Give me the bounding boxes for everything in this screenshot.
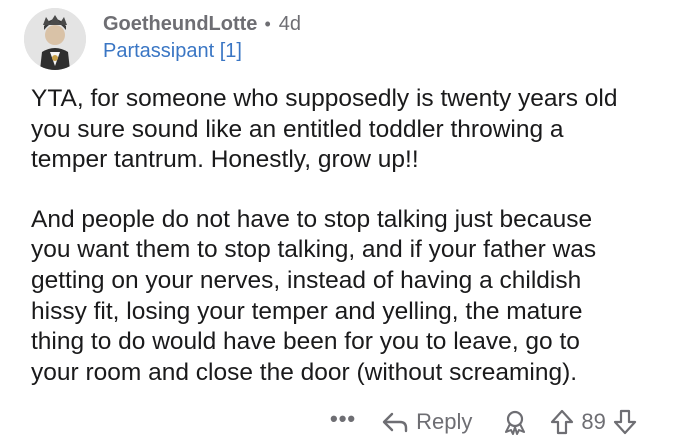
reply-button[interactable]: Reply [382,409,472,435]
comment-age: 4d [278,13,301,35]
downvote-icon[interactable] [613,409,637,435]
comment: GoetheundLotte • 4d Partassipant [1] YTA… [0,0,700,443]
comment-body: YTA, for someone who supposedly is twent… [31,84,681,388]
upvote-icon[interactable] [550,409,574,435]
reply-arrow-icon [382,412,408,433]
username[interactable]: GoetheundLotte [103,12,257,36]
avatar[interactable] [24,8,86,70]
vote-controls: 89 [550,409,636,435]
award-icon [505,410,526,435]
award-button[interactable] [502,409,528,435]
comment-paragraph: And people do not have to stop talking j… [31,205,597,386]
comment-meta: GoetheundLotte • 4d [103,12,663,36]
reply-label: Reply [416,409,473,434]
user-flair: Partassipant [1] [103,40,242,62]
comment-actions: ••• Reply 89 [330,402,637,442]
comment-paragraph: YTA, for someone who supposedly is twent… [31,85,618,174]
comment-header: GoetheundLotte • 4d Partassipant [1] [103,12,663,63]
more-options-button[interactable]: ••• [330,408,356,430]
meta-separator: • [264,14,271,34]
avatar-image [24,8,86,70]
vote-count: 89 [581,409,606,434]
